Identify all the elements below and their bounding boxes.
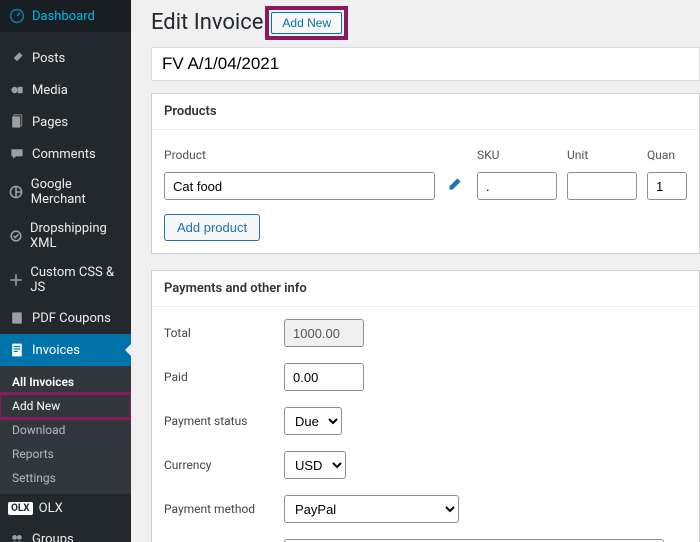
sidebar-item-label: Pages bbox=[32, 115, 68, 130]
status-label: Payment status bbox=[164, 414, 284, 428]
sidebar-item-label: Dropshipping XML bbox=[30, 221, 123, 251]
sidebar-item-custom-css-js[interactable]: Custom CSS & JS bbox=[0, 258, 131, 302]
product-unit-input[interactable] bbox=[567, 172, 637, 200]
plus-icon bbox=[8, 271, 24, 289]
sidebar-item-label: Comments bbox=[32, 147, 96, 162]
sidebar-item-label: OLX bbox=[39, 501, 63, 516]
total-input bbox=[284, 319, 364, 347]
sidebar-item-dropshipping[interactable]: Dropshipping XML bbox=[0, 214, 131, 258]
admin-sidebar: Dashboard Posts Media Pages Comments Goo… bbox=[0, 0, 131, 542]
sidebar-item-media[interactable]: Media bbox=[0, 74, 131, 106]
sidebar-item-invoices[interactable]: Invoices bbox=[0, 334, 131, 366]
products-table: Product SKU Unit bbox=[164, 142, 687, 200]
sidebar-item-label: Custom CSS & JS bbox=[30, 265, 123, 295]
sidebar-item-label: Groups bbox=[32, 532, 74, 542]
sidebar-item-label: Invoices bbox=[32, 343, 80, 358]
col-product-label: Product bbox=[164, 142, 467, 172]
groups-icon bbox=[8, 530, 26, 542]
paid-input[interactable] bbox=[284, 363, 364, 391]
active-arrow-icon bbox=[125, 344, 131, 356]
add-product-button[interactable]: Add product bbox=[164, 214, 260, 241]
payment-status-select[interactable]: Due bbox=[284, 407, 342, 435]
sidebar-item-posts[interactable]: Posts bbox=[0, 42, 131, 74]
google-icon bbox=[8, 183, 25, 201]
product-qty-input[interactable] bbox=[647, 172, 687, 200]
col-unit-label: Unit bbox=[567, 142, 637, 172]
page-header: Edit Invoice Add New bbox=[151, 10, 700, 35]
sidebar-item-label: Google Merchant bbox=[31, 177, 123, 207]
sidebar-item-dashboard[interactable]: Dashboard bbox=[0, 0, 131, 32]
sidebar-sub-all-invoices[interactable]: All Invoices bbox=[0, 370, 131, 394]
sidebar-item-pdf-coupons[interactable]: PDF Coupons bbox=[0, 302, 131, 334]
comments-icon bbox=[8, 145, 26, 163]
payments-panel: Payments and other info Total Paid Payme… bbox=[151, 270, 700, 542]
sidebar-item-olx[interactable]: OLX OLX bbox=[0, 494, 131, 523]
sidebar-item-label: Posts bbox=[32, 51, 65, 66]
sidebar-item-pages[interactable]: Pages bbox=[0, 106, 131, 138]
sidebar-submenu-invoices: All Invoices Add New Download Reports Se… bbox=[0, 366, 131, 494]
main-content: Edit Invoice Add New Products Product bbox=[131, 0, 700, 542]
page-title: Edit Invoice bbox=[151, 10, 263, 35]
sidebar-sub-add-new[interactable]: Add New bbox=[0, 394, 131, 418]
invoice-title-input[interactable] bbox=[151, 47, 700, 81]
currency-label: Currency bbox=[164, 458, 284, 472]
product-sku-input[interactable] bbox=[477, 172, 557, 200]
products-panel-title: Products bbox=[152, 94, 699, 130]
dropship-icon bbox=[8, 227, 24, 245]
product-name-input[interactable] bbox=[164, 172, 435, 200]
sidebar-sub-reports[interactable]: Reports bbox=[0, 442, 131, 466]
sidebar-sub-settings[interactable]: Settings bbox=[0, 466, 131, 490]
sidebar-sub-download[interactable]: Download bbox=[0, 418, 131, 442]
products-panel: Products Product SKU Uni bbox=[151, 93, 700, 254]
col-qty-label: Quan bbox=[647, 142, 687, 172]
edit-icon[interactable] bbox=[443, 176, 467, 196]
payment-method-select[interactable]: PayPal bbox=[284, 495, 459, 523]
total-label: Total bbox=[164, 326, 284, 340]
currency-select[interactable]: USD bbox=[284, 451, 346, 479]
media-icon bbox=[8, 81, 26, 99]
method-label: Payment method bbox=[164, 502, 284, 516]
sidebar-item-groups[interactable]: Groups bbox=[0, 523, 131, 542]
sidebar-item-label: PDF Coupons bbox=[32, 311, 111, 326]
dashboard-icon bbox=[8, 7, 26, 25]
pin-icon bbox=[8, 49, 26, 67]
invoice-icon bbox=[8, 341, 26, 359]
olx-icon: OLX bbox=[8, 502, 33, 515]
add-new-highlight: Add New bbox=[271, 12, 342, 34]
col-sku-label: SKU bbox=[477, 142, 557, 172]
sidebar-item-comments[interactable]: Comments bbox=[0, 138, 131, 170]
pages-icon bbox=[8, 113, 26, 131]
sidebar-item-label: Media bbox=[32, 83, 68, 98]
payments-panel-title: Payments and other info bbox=[152, 271, 699, 307]
paid-label: Paid bbox=[164, 370, 284, 384]
pdf-icon bbox=[8, 309, 26, 327]
sidebar-item-label: Dashboard bbox=[32, 9, 95, 24]
sidebar-item-google-merchant[interactable]: Google Merchant bbox=[0, 170, 131, 214]
add-new-button[interactable]: Add New bbox=[271, 12, 342, 34]
